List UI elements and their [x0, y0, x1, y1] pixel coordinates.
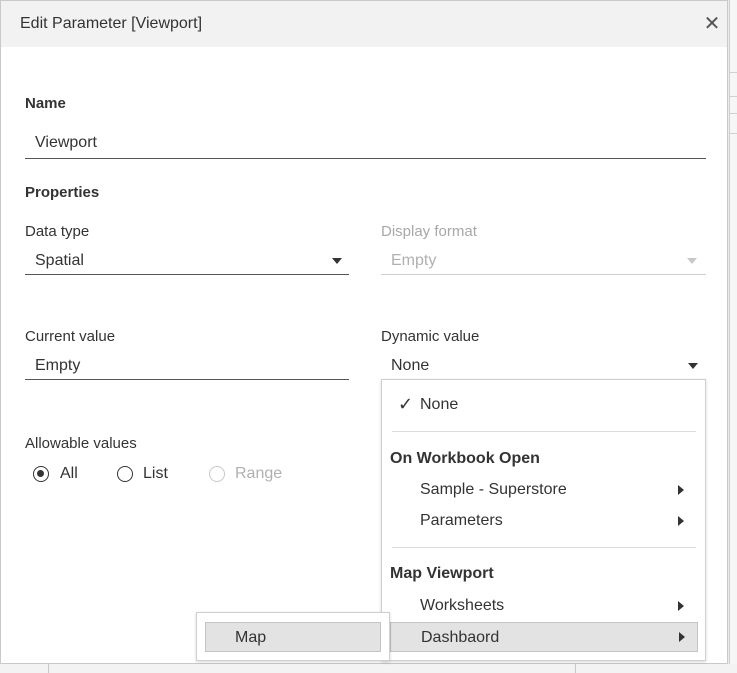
menu-item-worksheets[interactable]: Worksheets [383, 592, 704, 620]
menu-item-label: Parameters [420, 512, 503, 529]
current-value-input[interactable]: Empty [25, 350, 349, 380]
chevron-right-icon [679, 632, 685, 642]
radio-range-indicator [209, 466, 225, 482]
data-type-underline [25, 274, 349, 275]
background-divider [729, 133, 737, 134]
chevron-right-icon [678, 485, 684, 495]
radio-list-label: List [143, 465, 168, 482]
radio-all-label: All [60, 465, 78, 482]
chevron-right-icon [678, 601, 684, 611]
background-divider [729, 113, 737, 114]
background-app-bottom [0, 664, 737, 673]
dynamic-value-text: None [391, 357, 430, 374]
name-input-underline [25, 158, 706, 159]
background-divider [575, 664, 576, 673]
submenu-item-label: Map [235, 629, 267, 646]
properties-heading: Properties [25, 184, 100, 201]
checkmark-icon: ✓ [398, 394, 414, 414]
chevron-down-icon [332, 258, 342, 264]
menu-item-none[interactable]: ✓ None [383, 390, 704, 420]
background-divider [729, 72, 737, 73]
name-input-value: Viewport [35, 134, 97, 151]
radio-list[interactable]: List [117, 463, 187, 485]
chevron-right-icon [678, 516, 684, 526]
menu-separator [392, 431, 696, 432]
display-format-label: Display format [381, 223, 477, 240]
background-divider [729, 96, 737, 97]
menu-section-header: On Workbook Open [390, 450, 540, 467]
dynamic-value-menu: ✓ None On Workbook Open Sample - Superst… [381, 379, 706, 661]
chevron-down-icon [687, 258, 697, 264]
current-value-text: Empty [35, 357, 81, 374]
data-type-label: Data type [25, 223, 90, 240]
menu-section-header: Map Viewport [390, 565, 494, 582]
data-type-value: Spatial [35, 252, 84, 269]
background-app-edge [729, 0, 737, 673]
background-divider [48, 664, 49, 673]
radio-range-label: Range [235, 465, 283, 482]
current-value-underline [25, 379, 349, 380]
menu-item-label: Worksheets [420, 597, 505, 614]
display-format-value: Empty [391, 252, 437, 269]
radio-list-indicator [117, 466, 133, 482]
dialog-titlebar: Edit Parameter [Viewport] ✕ [1, 1, 727, 47]
submenu-item-map[interactable]: Map [205, 622, 381, 652]
menu-item-none-label: None [420, 396, 459, 413]
radio-all-indicator [33, 466, 49, 482]
display-format-select: Empty [381, 245, 706, 275]
menu-item-parameters[interactable]: Parameters [383, 507, 704, 535]
dynamic-value-select[interactable]: None [381, 350, 706, 380]
radio-range: Range [209, 463, 299, 485]
name-input[interactable]: Viewport [25, 125, 706, 159]
allowable-values-label: Allowable values [25, 435, 137, 452]
menu-item-dashbaord[interactable]: Dashbaord [390, 622, 698, 652]
chevron-down-icon [688, 363, 698, 369]
dashboard-submenu: Map [196, 612, 390, 661]
menu-item-label: Dashbaord [421, 629, 500, 646]
name-label: Name [25, 95, 66, 112]
menu-separator [392, 547, 696, 548]
menu-item-label: Sample - Superstore [420, 481, 567, 498]
dialog-title: Edit Parameter [Viewport] [20, 15, 203, 32]
data-type-select[interactable]: Spatial [25, 245, 349, 275]
dynamic-value-label: Dynamic value [381, 328, 480, 345]
current-value-label: Current value [25, 328, 116, 345]
display-format-underline [381, 274, 706, 275]
radio-all[interactable]: All [33, 463, 93, 485]
close-icon[interactable]: ✕ [701, 13, 723, 35]
menu-item-sample-superstore[interactable]: Sample - Superstore [383, 476, 704, 504]
